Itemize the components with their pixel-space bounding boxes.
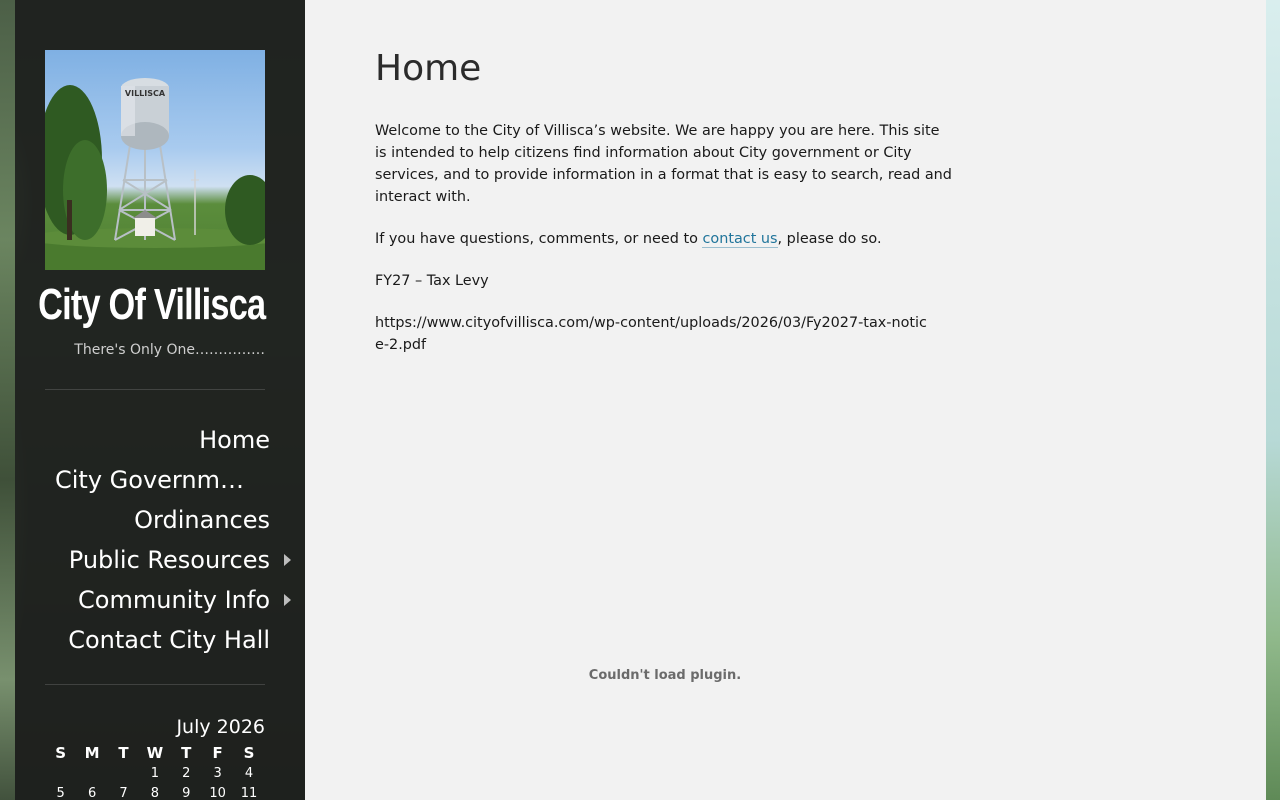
calendar-day: 8 <box>150 786 159 800</box>
calendar-day: 2 <box>182 766 191 781</box>
nav-item-label: Community Info <box>78 586 270 614</box>
calendar-weekday: S <box>55 744 67 762</box>
main-navigation: Home City Governm… Ordinances Public Res… <box>45 420 291 660</box>
calendar-weekday: F <box>212 744 223 762</box>
nav-item-label: Public Resources <box>68 546 270 574</box>
calendar-weekday: T <box>181 744 192 762</box>
background-foliage-right <box>1266 0 1280 800</box>
nav-item-label: Home <box>199 426 270 454</box>
contact-text-before: If you have questions, comments, or need… <box>375 231 703 247</box>
nav-item-community-info[interactable]: Community Info <box>45 580 291 620</box>
water-tower-text: VILLISCA <box>125 89 166 98</box>
triangle-right-icon <box>284 594 291 606</box>
calendar-weekday: W <box>146 744 164 762</box>
triangle-right-icon <box>284 554 291 566</box>
calendar-weekday: T <box>118 744 129 762</box>
nav-item-ordinances[interactable]: Ordinances <box>45 500 285 540</box>
calendar-day <box>108 764 139 784</box>
entry-content: Welcome to the City of Villisca’s websit… <box>375 120 955 376</box>
nav-item-public-resources[interactable]: Public Resources <box>45 540 291 580</box>
calendar-day: 7 <box>119 786 128 800</box>
calendar-day <box>76 764 107 784</box>
calendar-day: 6 <box>87 786 97 800</box>
water-tower-illustration: VILLISCA <box>45 78 265 270</box>
calendar-widget: July 2026 S M T W T F S 1 2 3 4 5 6 7 8 … <box>45 712 265 800</box>
calendar-weekday: M <box>84 744 100 762</box>
sidebar: VILLISCA City Of Villisca There's Only O… <box>15 0 305 800</box>
tax-levy-heading: FY27 – Tax Levy <box>375 273 489 289</box>
background-foliage-left <box>0 0 15 800</box>
calendar-day: 11 <box>240 786 258 800</box>
site-tagline: There's Only One…………… <box>74 342 265 358</box>
contact-paragraph: If you have questions, comments, or need… <box>375 228 955 250</box>
contact-us-link[interactable]: contact us <box>702 231 778 248</box>
calendar-day: 1 <box>150 766 159 781</box>
nav-item-city-government[interactable]: City Governm… <box>45 460 285 500</box>
site-title[interactable]: City Of Villisca <box>38 280 266 330</box>
calendar-day <box>45 764 76 784</box>
sidebar-divider <box>45 684 265 685</box>
nav-item-home[interactable]: Home <box>45 420 285 460</box>
main-content: Home Welcome to the City of Villisca’s w… <box>305 0 1266 800</box>
plugin-error-message: Couldn't load plugin. <box>588 668 742 683</box>
header-image-water-tower[interactable]: VILLISCA <box>45 50 265 270</box>
nav-item-label: Ordinances <box>134 506 270 534</box>
calendar-day: 4 <box>244 766 254 781</box>
nav-item-contact-city-hall[interactable]: Contact City Hall <box>45 620 285 660</box>
calendar-day: 10 <box>209 786 226 800</box>
nav-item-label: City Governm… <box>55 466 244 494</box>
tax-notice-url[interactable]: https://www.cityofvillisca.com/wp-conten… <box>375 312 935 356</box>
sidebar-divider <box>45 389 265 390</box>
nav-item-label: Contact City Hall <box>68 626 270 654</box>
calendar-grid: S M T W T F S 1 2 3 4 5 6 7 8 9 10 11 <box>45 742 265 800</box>
calendar-weekday: S <box>243 744 255 762</box>
contact-text-after: , please do so. <box>777 231 882 247</box>
calendar-day: 5 <box>56 786 65 800</box>
page-title: Home <box>375 48 482 89</box>
welcome-paragraph: Welcome to the City of Villisca’s websit… <box>375 123 952 205</box>
calendar-day: 9 <box>182 786 191 800</box>
calendar-day: 3 <box>213 766 222 781</box>
calendar-caption: July 2026 <box>176 716 265 738</box>
